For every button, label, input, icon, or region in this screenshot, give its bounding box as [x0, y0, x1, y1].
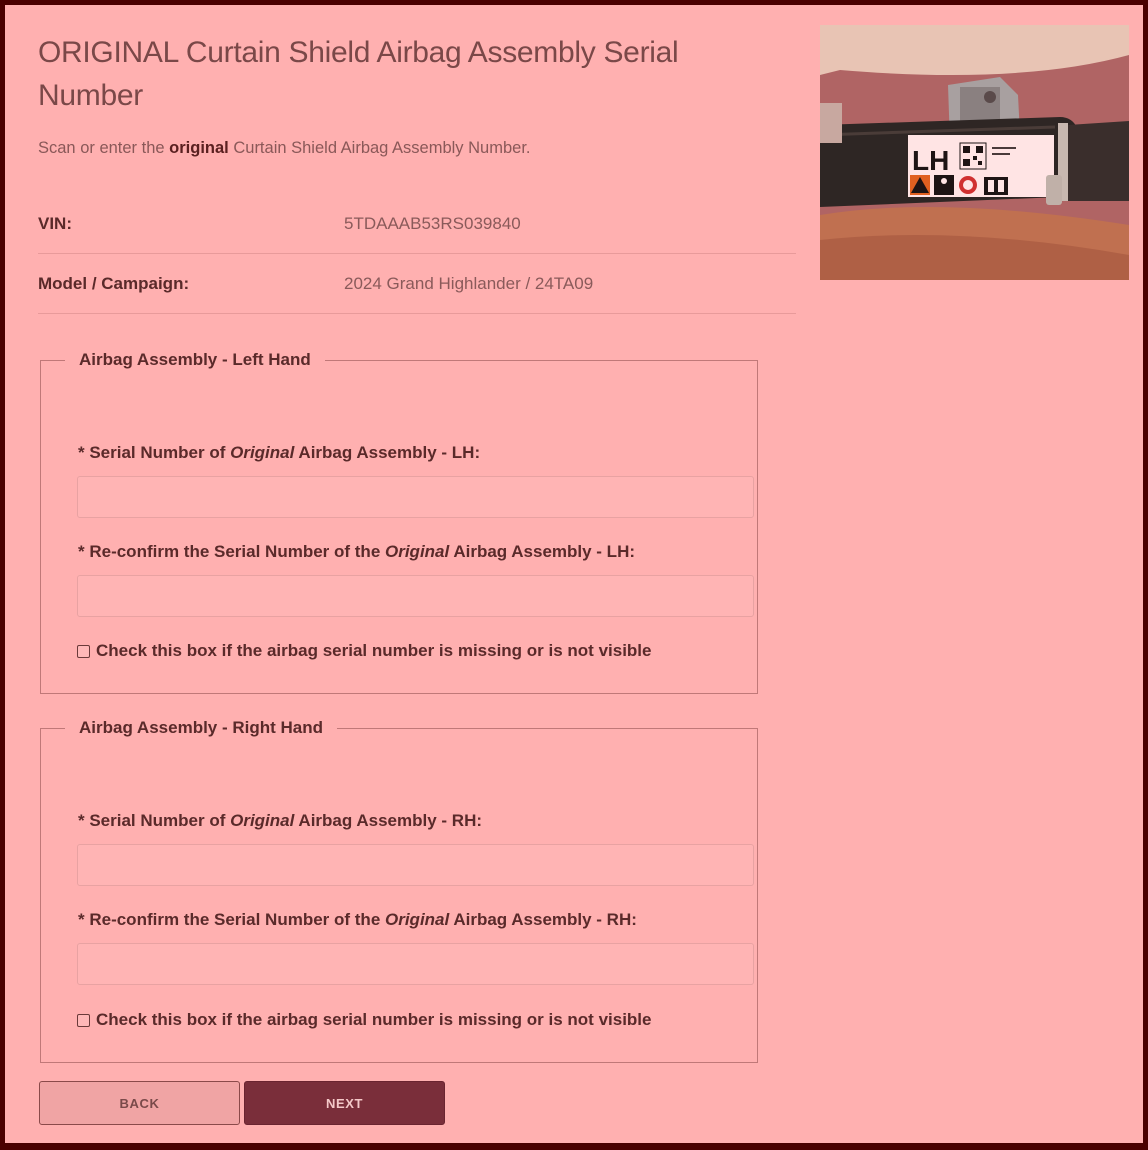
rh-missing-checkbox-row[interactable]: Check this box if the airbag serial numb…	[77, 1010, 651, 1030]
lh-serial-label-suffix: Airbag Assembly - LH:	[294, 443, 481, 462]
lh-confirm-label-italic: Original	[385, 542, 450, 561]
photo-lh-text: LH	[912, 145, 949, 176]
model-campaign-row: Model / Campaign: 2024 Grand Highlander …	[38, 255, 796, 314]
vin-row: VIN: 5TDAAAB53RS039840	[38, 195, 796, 254]
rh-confirm-label-italic: Original	[385, 910, 450, 929]
lh-missing-checkbox-row[interactable]: Check this box if the airbag serial numb…	[77, 641, 651, 661]
instruction-suffix: Curtain Shield Airbag Assembly Number.	[228, 139, 531, 157]
rh-serial-label: * Serial Number of Original Airbag Assem…	[78, 811, 482, 831]
airbag-label-photo: LH	[820, 25, 1129, 280]
page-title: ORIGINAL Curtain Shield Airbag Assembly …	[38, 36, 679, 112]
back-button[interactable]: BACK	[39, 1081, 240, 1125]
left-hand-fieldset: Airbag Assembly - Left Hand * Serial Num…	[40, 350, 758, 694]
model-campaign-value: 2024 Grand Highlander / 24TA09	[344, 274, 594, 293]
lh-missing-checkbox[interactable]	[77, 644, 90, 658]
rh-confirm-label-suffix: Airbag Assembly - RH:	[449, 910, 637, 929]
airbag-photo-illustration: LH	[820, 25, 1129, 280]
lh-missing-checkbox-label[interactable]: Check this box if the airbag serial numb…	[96, 641, 651, 661]
next-button[interactable]: NEXT	[244, 1081, 445, 1125]
lh-confirm-label-suffix: Airbag Assembly - LH:	[449, 542, 636, 561]
rh-confirm-label-prefix: * Re-confirm the Serial Number of the	[78, 910, 385, 929]
rh-confirm-input[interactable]	[77, 943, 754, 985]
left-hand-legend: Airbag Assembly - Left Hand	[79, 350, 311, 369]
right-hand-legend: Airbag Assembly - Right Hand	[79, 718, 324, 737]
instruction-bold: original	[169, 139, 229, 157]
page-frame: ORIGINAL Curtain Shield Airbag Assembly …	[5, 5, 1143, 1143]
model-campaign-label: Model / Campaign:	[38, 274, 190, 293]
vin-label: VIN:	[38, 214, 72, 233]
rh-missing-checkbox[interactable]	[77, 1013, 90, 1027]
right-hand-fieldset: Airbag Assembly - Right Hand * Serial Nu…	[40, 718, 758, 1063]
lh-confirm-input[interactable]	[77, 575, 754, 617]
instruction-text: Scan or enter the original Curtain Shiel…	[38, 139, 531, 158]
lh-confirm-label-prefix: * Re-confirm the Serial Number of the	[78, 542, 385, 561]
rh-missing-checkbox-label[interactable]: Check this box if the airbag serial numb…	[96, 1010, 651, 1030]
rh-confirm-label: * Re-confirm the Serial Number of the Or…	[78, 910, 637, 930]
rh-serial-label-italic: Original	[230, 811, 295, 830]
lh-serial-label: * Serial Number of Original Airbag Assem…	[78, 443, 480, 463]
lh-confirm-label: * Re-confirm the Serial Number of the Or…	[78, 542, 635, 562]
rh-serial-label-suffix: Airbag Assembly - RH:	[294, 811, 483, 830]
lh-serial-input[interactable]	[77, 476, 754, 518]
rh-serial-input[interactable]	[77, 844, 754, 886]
vin-value: 5TDAAAB53RS039840	[344, 214, 521, 233]
lh-serial-label-italic: Original	[230, 443, 295, 462]
rh-serial-label-prefix: * Serial Number of	[78, 811, 231, 830]
lh-serial-label-prefix: * Serial Number of	[78, 443, 231, 462]
instruction-prefix: Scan or enter the	[38, 139, 170, 157]
